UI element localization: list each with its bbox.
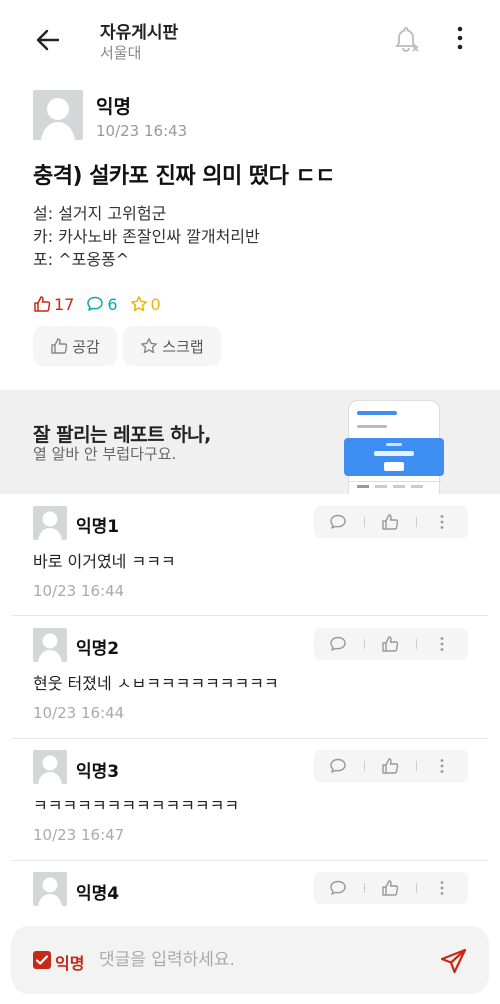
- scrap-count: 0: [130, 295, 161, 314]
- like-button-label: 공감: [72, 337, 100, 356]
- post-timestamp: 10/23 16:43: [96, 122, 188, 140]
- comment-avatar: [33, 506, 67, 540]
- comment-time: 10/23 16:47: [33, 826, 125, 844]
- ad-phone-card: [344, 438, 444, 476]
- scrap-button-label: 스크랩: [162, 337, 204, 356]
- comment-text: ㅋㅋㅋㅋㅋㅋㅋㅋㅋㅋㅋㅋㅋㅋ: [33, 796, 240, 815]
- post-body-line: 설: 설거지 고위험군: [33, 204, 167, 223]
- send-icon[interactable]: [439, 946, 469, 976]
- post-title: 충격) 설카포 진짜 의미 떴다 ㄷㄷ: [33, 164, 335, 189]
- ad-subtitle: 열 알바 안 부럽다구요.: [33, 445, 177, 463]
- reply-icon[interactable]: [316, 750, 360, 782]
- post-author-name: 익명: [96, 96, 131, 118]
- comment-count-value: 6: [107, 294, 118, 314]
- school-name: 서울대: [100, 44, 142, 62]
- thumbs-up-icon[interactable]: [368, 506, 412, 538]
- comment-divider: [12, 738, 488, 739]
- board-title: 자유게시판: [100, 23, 179, 43]
- comment-bubble-icon: [87, 296, 104, 311]
- comment-count: 6: [86, 294, 118, 314]
- more-options-icon[interactable]: [420, 872, 464, 904]
- post-body-line: 카: 카사노바 존잘인싸 깔개처리반: [33, 227, 260, 246]
- post-body: 설: 설거지 고위험군 카: 카사노바 존잘인싸 깔개처리반 포: ^포옹퐁^: [33, 202, 260, 271]
- comment-text: 바로 이거였네 ㅋㅋㅋ: [33, 552, 176, 571]
- app-header: 자유게시판 서울대: [0, 0, 500, 78]
- comment-actions: [314, 628, 468, 660]
- more-options-icon[interactable]: [420, 750, 464, 782]
- comment-author: 익명2: [76, 639, 120, 659]
- post-author-avatar: [33, 90, 83, 140]
- thumbs-up-icon[interactable]: [368, 628, 412, 660]
- comment-actions: [314, 872, 468, 904]
- comment-avatar: [33, 872, 67, 906]
- more-options-icon[interactable]: [420, 628, 464, 660]
- reply-icon[interactable]: [316, 872, 360, 904]
- checkmark-icon: [35, 955, 49, 965]
- comment-input-bar: 익명: [11, 926, 489, 994]
- thumbs-up-icon[interactable]: [368, 750, 412, 782]
- post-stats: 17 6 0: [33, 292, 173, 316]
- comment-author: 익명3: [76, 762, 120, 782]
- reply-icon[interactable]: [316, 506, 360, 538]
- thumbs-up-icon: [34, 296, 51, 312]
- comment-time: 10/23 16:44: [33, 704, 125, 722]
- scrap-button[interactable]: 스크랩: [123, 326, 221, 366]
- thumbs-up-icon: [51, 338, 68, 354]
- comment-divider: [12, 615, 488, 616]
- comment-input[interactable]: [99, 944, 419, 976]
- scrap-count-value: 0: [150, 294, 161, 314]
- back-arrow-icon[interactable]: [32, 24, 64, 56]
- post-body-line: 포: ^포옹퐁^: [33, 250, 130, 269]
- like-button[interactable]: 공감: [33, 326, 117, 366]
- comment-avatar: [33, 628, 67, 662]
- comment-author: 익명1: [76, 517, 120, 537]
- star-icon: [130, 296, 147, 312]
- reply-icon[interactable]: [316, 628, 360, 660]
- anonymous-checkbox[interactable]: [33, 951, 51, 969]
- comment-actions: [314, 750, 468, 782]
- comment-author: 익명4: [76, 884, 120, 904]
- ad-banner[interactable]: 잘 팔리는 레포트 하나, 열 알바 안 부럽다구요.: [0, 390, 500, 494]
- comment-avatar: [33, 750, 67, 784]
- like-count-value: 17: [54, 294, 75, 314]
- comment-text: 현웃 터졌네 ㅅㅂㅋㅋㅋㅋㅋㅋㅋㅋㅋ: [33, 674, 279, 693]
- anonymous-label[interactable]: 익명: [55, 950, 84, 974]
- notification-off-icon[interactable]: [392, 24, 422, 54]
- comment-actions: [314, 506, 468, 538]
- thumbs-up-icon[interactable]: [368, 872, 412, 904]
- more-options-icon[interactable]: [420, 506, 464, 538]
- like-count: 17: [33, 295, 74, 314]
- star-icon: [141, 338, 158, 354]
- comment-divider: [12, 860, 488, 861]
- comment-time: 10/23 16:44: [33, 582, 125, 600]
- more-options-icon[interactable]: [446, 24, 476, 54]
